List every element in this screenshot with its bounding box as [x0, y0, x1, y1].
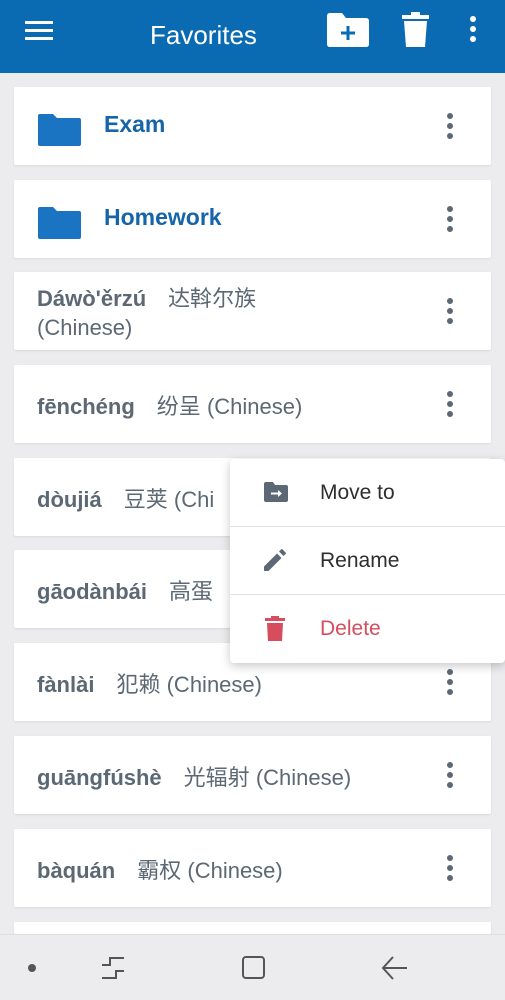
- folder-row-homework[interactable]: Homework: [14, 180, 491, 258]
- menu-icon[interactable]: [25, 20, 53, 42]
- folder-row-exam[interactable]: Exam: [14, 87, 491, 165]
- word-pinyin: bàquán: [37, 858, 116, 883]
- word-hanzi: 纷呈: [156, 394, 201, 419]
- more-vert-icon[interactable]: [445, 668, 455, 696]
- menu-item-move-to[interactable]: Move to: [230, 459, 505, 527]
- word-hanzi: 光辐射: [183, 765, 250, 790]
- word-hanzi: 高蛋: [169, 579, 214, 604]
- new-folder-icon[interactable]: [327, 13, 369, 47]
- app-bar: Favorites: [0, 0, 505, 73]
- dot-icon[interactable]: [27, 963, 37, 973]
- word-pinyin: fànlài: [37, 672, 95, 697]
- word-entry: Dáwò'ěrzú 达斡尔族 (Chinese): [37, 284, 417, 342]
- word-language: (Chinese): [37, 315, 133, 340]
- recent-apps-icon[interactable]: [100, 955, 126, 981]
- word-language: (Chinese): [187, 858, 283, 883]
- more-vert-icon[interactable]: [445, 297, 455, 325]
- more-vert-icon[interactable]: [445, 205, 455, 233]
- menu-item-rename[interactable]: Rename: [230, 527, 505, 595]
- word-pinyin: guāngfúshè: [37, 765, 162, 790]
- word-language: (Chinese): [206, 394, 303, 419]
- word-language: (Chi: [173, 487, 215, 512]
- back-icon[interactable]: [381, 955, 409, 981]
- pencil-icon: [264, 549, 286, 571]
- word-pinyin: fēnchéng: [37, 394, 135, 419]
- more-vert-icon[interactable]: [469, 16, 477, 42]
- word-entry: fànlài 犯赖 (Chinese): [37, 667, 262, 699]
- word-entry: guāngfúshè 光辐射 (Chinese): [37, 760, 351, 792]
- trash-icon: [265, 616, 285, 641]
- word-hanzi: 霸权: [137, 858, 182, 883]
- word-pinyin: gāodànbái: [37, 579, 148, 604]
- home-icon[interactable]: [241, 955, 267, 981]
- system-nav-bar: [0, 934, 505, 1000]
- word-hanzi: 豆荚: [123, 487, 168, 512]
- word-row[interactable]: Dáwò'ěrzú 达斡尔族 (Chinese): [14, 272, 491, 350]
- word-row[interactable]: guāngfúshè 光辐射 (Chinese): [14, 736, 491, 814]
- word-entry: dòujiá 豆荚 (Chi: [37, 482, 214, 514]
- page-title: Favorites: [150, 20, 257, 50]
- context-menu: Move to Rename Delete: [230, 459, 505, 663]
- menu-item-label: Move to: [320, 481, 395, 504]
- more-vert-icon[interactable]: [445, 854, 455, 882]
- delete-icon[interactable]: [402, 12, 429, 47]
- more-vert-icon[interactable]: [445, 390, 455, 418]
- more-vert-icon[interactable]: [445, 112, 455, 140]
- menu-item-label: Rename: [320, 549, 400, 572]
- folder-name: Exam: [104, 111, 166, 137]
- move-to-folder-icon: [264, 482, 288, 502]
- word-row[interactable]: bàquán 霸权 (Chinese): [14, 829, 491, 907]
- word-language: (Chinese): [255, 765, 352, 790]
- more-vert-icon[interactable]: [445, 761, 455, 789]
- menu-item-label: Delete: [320, 617, 381, 640]
- word-pinyin: Dáwò'ěrzú: [37, 286, 147, 311]
- word-row[interactable]: fēnchéng 纷呈 (Chinese): [14, 365, 491, 443]
- word-hanzi: 犯赖: [116, 672, 161, 697]
- word-entry: fēnchéng 纷呈 (Chinese): [37, 389, 302, 421]
- menu-item-delete[interactable]: Delete: [230, 595, 505, 663]
- word-pinyin: dòujiá: [37, 487, 102, 512]
- folder-icon: [38, 114, 81, 146]
- folder-name: Homework: [104, 204, 222, 230]
- word-hanzi: 达斡尔族: [168, 286, 257, 311]
- word-entry: bàquán 霸权 (Chinese): [37, 853, 283, 885]
- folder-icon: [38, 207, 81, 239]
- word-language: (Chinese): [166, 672, 262, 697]
- word-row-partial[interactable]: [14, 922, 491, 934]
- word-entry: gāodànbái 高蛋: [37, 574, 213, 606]
